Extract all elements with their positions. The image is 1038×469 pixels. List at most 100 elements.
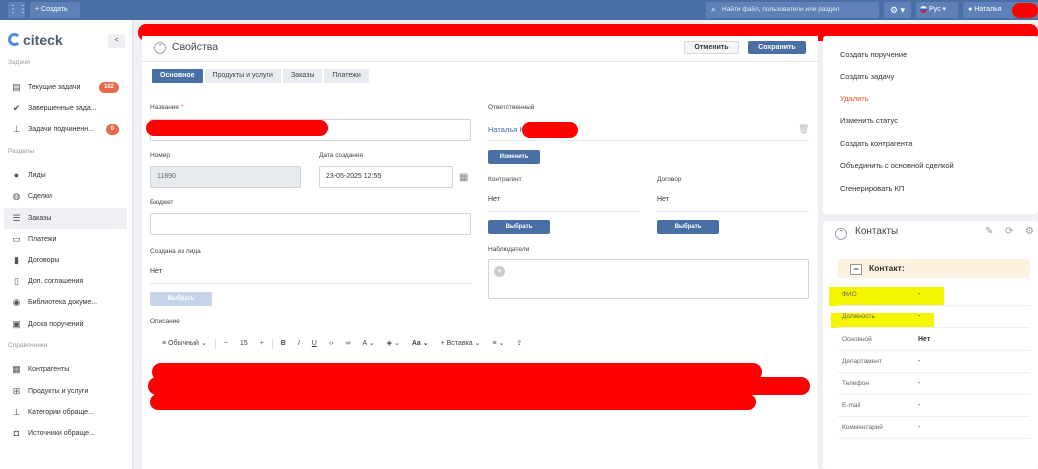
budget-label: Бюджет bbox=[150, 199, 174, 206]
number-label: Номер bbox=[150, 152, 171, 159]
cancel-button[interactable]: Отменить bbox=[684, 41, 739, 54]
insert-menu[interactable]: + Вставка ⌄ bbox=[435, 336, 487, 352]
contact-field-value: - bbox=[918, 291, 921, 298]
action-create-counterparty[interactable]: Создать контрагента bbox=[840, 139, 912, 148]
action-create-task[interactable]: Создать задачу bbox=[840, 72, 894, 81]
code-icon[interactable]: ‹› bbox=[323, 336, 340, 352]
sidebar-item-label: Сделки bbox=[28, 193, 52, 200]
sidebar-item-leads[interactable]: ● Лиды bbox=[4, 165, 127, 186]
sidebar-item-current-tasks[interactable]: ▤ Текущие задачи 102 bbox=[4, 77, 127, 98]
highlight-icon[interactable]: ◈ ⌄ bbox=[381, 336, 406, 352]
trash-icon[interactable]: 🗑 bbox=[798, 124, 809, 135]
budget-input[interactable] bbox=[150, 213, 471, 235]
contact-field-value: - bbox=[918, 380, 921, 387]
sidebar-item-label: Заказы bbox=[28, 215, 52, 222]
contract-label: Договор bbox=[657, 176, 682, 183]
align-icon[interactable]: ≡ ⌄ bbox=[486, 336, 510, 352]
observers-field[interactable]: + bbox=[488, 259, 809, 299]
global-search-input[interactable]: ⌕ Найти файл, пользователи или раздел bbox=[706, 2, 879, 18]
action-change-status[interactable]: Изменить статус bbox=[840, 116, 898, 125]
handshake-icon: ◍ bbox=[12, 191, 21, 201]
documents-icon: ▯ bbox=[14, 276, 19, 286]
font-case-icon[interactable]: Aa ⌄ bbox=[406, 336, 435, 352]
action-create-assignment[interactable]: Создать поручение bbox=[840, 50, 907, 59]
upload-icon[interactable]: ⇪ bbox=[510, 336, 528, 352]
sidebar: citeck < Задачи ▤ Текущие задачи 102 ✔ З… bbox=[0, 20, 133, 469]
font-increase-icon[interactable]: + bbox=[254, 336, 270, 352]
action-generate-offer[interactable]: Сгенерировать КП bbox=[840, 184, 904, 193]
collapse-chevron-icon[interactable]: ⌃ bbox=[835, 228, 847, 240]
refresh-icon[interactable]: ⟳ bbox=[1005, 226, 1013, 237]
select-lead-button[interactable]: Выбрать bbox=[150, 292, 212, 306]
edit-pencil-icon[interactable]: ✎ bbox=[985, 226, 993, 237]
language-label: Рус bbox=[929, 6, 941, 13]
eye-icon: ◉ bbox=[12, 297, 21, 307]
tab-payments[interactable]: Платежи bbox=[324, 69, 369, 83]
sidebar-item-label: Договоры bbox=[28, 257, 60, 264]
sidebar-item-products[interactable]: ⊞ Продукты и услуги bbox=[4, 381, 127, 402]
apps-grid-icon[interactable]: ⋮⋮ bbox=[8, 2, 28, 18]
select-counterparty-button[interactable]: Выбрать bbox=[488, 220, 550, 234]
sidebar-item-label: Задачи подчиненн... bbox=[28, 126, 94, 133]
collapse-chevron-icon[interactable]: ⌃ bbox=[154, 42, 166, 54]
sidebar-item-assignment-board[interactable]: ▣ Доска поручений bbox=[4, 314, 127, 335]
citeck-logo-icon bbox=[8, 33, 21, 46]
tab-products[interactable]: Продукты и услуги bbox=[204, 69, 281, 83]
sidebar-item-completed-tasks[interactable]: ✔ Завершенные зада... bbox=[4, 98, 127, 119]
select-contract-button[interactable]: Выбрать bbox=[657, 220, 719, 234]
sidebar-item-counterparties[interactable]: ▦ Контрагенты bbox=[4, 359, 127, 380]
list-icon: ☰ bbox=[12, 213, 21, 223]
chat-icon: ● bbox=[13, 170, 20, 180]
calendar-icon[interactable]: ▦ bbox=[459, 172, 470, 183]
sidebar-item-contracts[interactable]: ▮ Договоры bbox=[4, 250, 127, 271]
contact-field-value: - bbox=[918, 424, 921, 431]
sidebar-item-payments[interactable]: ▭ Платежи bbox=[4, 229, 127, 250]
sidebar-item-request-categories[interactable]: ⊥ Категории обраще... bbox=[4, 402, 127, 423]
sidebar-item-orders[interactable]: ☰ Заказы bbox=[4, 208, 127, 229]
responsible-user-link[interactable]: Наталья К bbox=[488, 125, 524, 134]
sidebar-item-document-library[interactable]: ◉ Библиотека докуме... bbox=[4, 292, 127, 313]
contact-section-header[interactable]: − Контакт: bbox=[838, 259, 1030, 278]
observers-label: Наблюдатели bbox=[488, 246, 530, 253]
language-selector[interactable]: Рус ▾ bbox=[916, 2, 958, 18]
sidebar-item-label: Источники обраще... bbox=[28, 430, 95, 437]
sidebar-item-deals[interactable]: ◍ Сделки bbox=[4, 186, 127, 207]
add-observer-icon[interactable]: + bbox=[494, 266, 505, 277]
sidebar-item-subordinate-tasks[interactable]: ⊥ Задачи подчиненн... 0 bbox=[4, 119, 127, 140]
user-name: Наталья bbox=[974, 6, 1002, 13]
actions-panel: Создать поручение Создать задачу Удалить… bbox=[823, 36, 1038, 214]
text-color-icon[interactable]: A ⌄ bbox=[357, 336, 381, 352]
contact-row: Основной Нет bbox=[838, 329, 1030, 351]
tab-main[interactable]: Основное bbox=[152, 69, 203, 83]
collapse-minus-icon[interactable]: − bbox=[850, 264, 862, 275]
save-button[interactable]: Сохранить bbox=[748, 41, 806, 54]
settings-gear-button[interactable]: ⚙ ▾ bbox=[884, 2, 911, 18]
link-icon[interactable]: ∞ bbox=[340, 336, 357, 352]
sidebar-item-request-sources[interactable]: ◘ Источники обраще... bbox=[4, 423, 127, 444]
contact-field-key: Должность bbox=[842, 313, 875, 320]
citeck-logo[interactable]: citeck bbox=[8, 32, 63, 48]
action-merge-deal[interactable]: Объединить с основной сделкой bbox=[840, 161, 954, 170]
action-delete[interactable]: Удалить bbox=[840, 94, 869, 103]
collapse-sidebar-button[interactable]: < bbox=[108, 34, 125, 48]
italic-icon[interactable]: I bbox=[292, 336, 306, 352]
name-label: Название * bbox=[150, 104, 184, 111]
redaction-mark bbox=[148, 377, 810, 395]
tasks-section-title: Задачи bbox=[8, 59, 30, 66]
cart-icon: ⊞ bbox=[12, 386, 21, 396]
change-responsible-button[interactable]: Изменить bbox=[488, 150, 540, 164]
divider bbox=[142, 61, 818, 62]
font-decrease-icon[interactable]: − bbox=[218, 336, 234, 352]
created-date-input[interactable]: 23-05-2025 12:55 bbox=[319, 166, 453, 188]
sidebar-item-addendums[interactable]: ▯ Доп. соглашения bbox=[4, 271, 127, 292]
paragraph-style-select[interactable]: ≡ Обычный ⌄ bbox=[156, 336, 213, 352]
tab-orders[interactable]: Заказы bbox=[282, 69, 323, 83]
contact-row: Комментарий - bbox=[838, 417, 1030, 439]
settings-gear-icon[interactable]: ⚙ bbox=[1025, 226, 1034, 237]
create-button[interactable]: + Создать bbox=[30, 2, 80, 18]
contact-row: E-mail - bbox=[838, 395, 1030, 417]
underline-icon[interactable]: U bbox=[306, 336, 323, 352]
bold-icon[interactable]: B bbox=[275, 336, 292, 352]
font-size-value[interactable]: 15 bbox=[234, 336, 254, 352]
redaction-mark bbox=[1012, 3, 1038, 18]
